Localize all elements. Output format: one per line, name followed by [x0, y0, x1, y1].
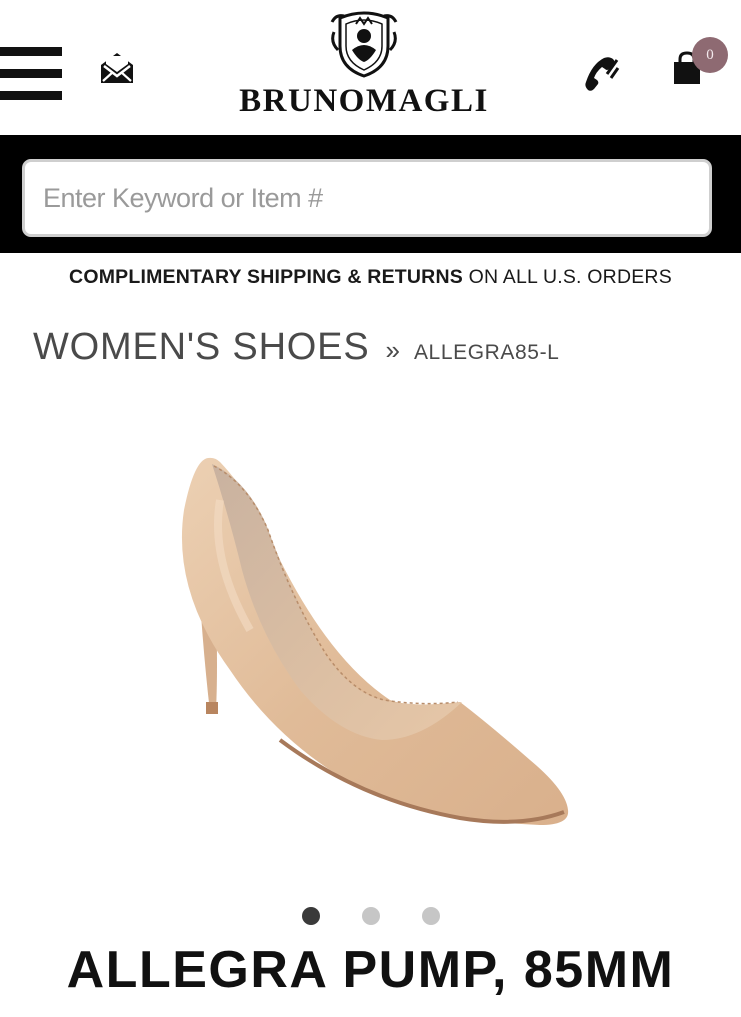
- shipping-promo-banner[interactable]: COMPLIMENTARY SHIPPING & RETURNS ON ALL …: [0, 266, 741, 289]
- phone-icon: [585, 57, 620, 91]
- search-bar: [0, 135, 741, 253]
- breadcrumb-separator: »: [385, 335, 400, 365]
- carousel-dot-3[interactable]: [422, 907, 440, 925]
- breadcrumb-category-link[interactable]: WOMEN'S SHOES: [33, 326, 369, 369]
- carousel-dot-1[interactable]: [302, 907, 320, 925]
- menu-bar-middle: [0, 69, 62, 78]
- product-image[interactable]: [160, 440, 590, 840]
- brand-wordmark: BRUNOMAGLI: [239, 83, 489, 119]
- phone-button[interactable]: [582, 56, 620, 92]
- breadcrumb: WOMEN'S SHOES » ALLEGRA85-L: [33, 326, 559, 376]
- envelope-icon: [101, 53, 133, 83]
- mail-button[interactable]: [100, 52, 134, 84]
- promo-bold-text: COMPLIMENTARY SHIPPING & RETURNS: [69, 266, 463, 288]
- promo-rest-text: ON ALL U.S. ORDERS: [462, 266, 672, 288]
- breadcrumb-current-item: ALLEGRA85-L: [413, 341, 560, 364]
- crest-icon: [330, 11, 398, 78]
- site-header: BRUNOMAGLI 0: [0, 0, 741, 135]
- cart-count-badge[interactable]: 0: [692, 37, 728, 73]
- menu-bar-bottom: [0, 91, 62, 100]
- search-input[interactable]: [22, 159, 712, 237]
- pump-shoe-illustration: [181, 457, 569, 825]
- product-title: ALLEGRA PUMP, 85MM: [66, 941, 675, 999]
- menu-button[interactable]: [0, 47, 62, 101]
- brand-logo[interactable]: BRUNOMAGLI: [206, 8, 522, 120]
- carousel-dot-2[interactable]: [362, 907, 380, 925]
- menu-bar-top: [0, 47, 62, 56]
